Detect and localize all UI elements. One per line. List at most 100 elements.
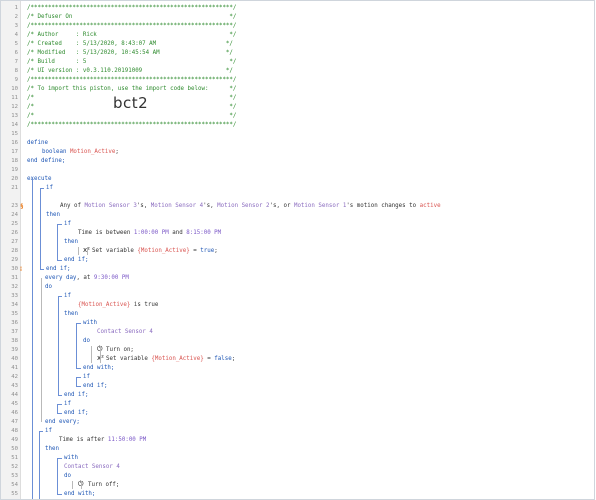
line-number: 6 [14,50,18,56]
line-number: 41 [11,365,18,371]
code-text: if [46,184,53,193]
line-number: 24 [11,212,18,218]
line-number: 8 [14,68,18,74]
if-keyword: if [83,374,90,380]
device-motion-sensor-3[interactable]: Motion Sensor 3 [84,203,136,209]
with-keyword: with [83,320,97,326]
condition-trigger-marker[interactable]: § [20,202,24,211]
block-guide-line [72,481,73,489]
code-line: 40 Set variable {Motion_Active} = false; [1,355,594,364]
code-text: Set variable {Motion_Active} = true; [92,247,218,256]
code-line: 25 if [1,220,594,229]
code-text: /* Build : 5 */ [27,58,236,67]
end-define-keyword: end define; [27,158,66,164]
code-text: Time is between 1:00:00 PM and 8:15:00 P… [78,229,221,238]
time-value[interactable]: 9:30:00 PM [94,275,129,281]
device-motion-sensor-1[interactable]: Motion Sensor 1 [294,203,346,209]
condition-text: Time is after [59,437,105,443]
statement-text: Set variable [106,356,148,362]
code-line: 16 define [1,139,594,148]
code-text: end if; [46,265,70,274]
device-motion-sensor-2[interactable]: Motion Sensor 2 [217,203,269,209]
line-number: 35 [11,311,18,317]
code-line: 13 /* */ [1,112,594,121]
condition-text: and [172,230,183,236]
time-value[interactable]: 1:00:00 PM [134,230,169,236]
block-guide-line [87,247,88,255]
block-guide-tick [76,386,81,387]
code-text: boolean Motion_Active; [42,148,119,157]
author-comment: /* Author : Rick */ [27,32,237,38]
code-text: /* */ [27,112,236,121]
variable-reference[interactable]: {Motion_Active} [78,302,130,308]
time-value[interactable]: 8:15:00 PM [186,230,221,236]
code-line: 39 Turn on; [1,346,594,355]
line-number: 51 [11,455,18,461]
variable-reference[interactable]: {Motion_Active} [151,356,203,362]
code-text: define [27,139,48,148]
code-line: 6 /* Modified : 5/13/2020, 10:45:54 AM */ [1,49,594,58]
code-line: 32 do [1,283,594,292]
value-false: false [214,356,232,362]
line-number: 38 [11,338,18,344]
code-line: 45 if [1,400,594,409]
code-line: 48 if [1,427,594,436]
every-keyword: every [45,275,63,281]
code-line: 24 then [1,211,594,220]
code-text: Turn on; [106,346,134,355]
block-guide-line [81,481,82,489]
code-line: 21 if [1,184,594,193]
variable-name: Motion_Active [69,149,116,155]
block-guide-tick [57,260,62,261]
code-line: 33 if [1,292,594,301]
device-motion-sensor-4[interactable]: Motion Sensor 4 [151,203,203,209]
code-text: do [64,472,71,481]
piston-title-comment: /* Defuser On */ [27,14,237,20]
code-text: /* UI version : v0.3.110.20191009 */ [27,67,233,76]
if-keyword: if [64,293,71,299]
end-if-keyword: end if; [64,410,89,416]
line-number: 55 [11,491,18,497]
block-guide-line [57,458,58,494]
block-guide-tick [57,404,62,405]
do-keyword: do [45,284,52,290]
variable-reference[interactable]: {Motion_Active} [137,248,189,254]
timer-trigger-marker[interactable]: ⁞ [20,265,22,274]
then-keyword: then [45,446,59,452]
end-if-keyword: end if; [83,383,108,389]
comment-border: /***************************************… [27,122,237,128]
code-text: Set variable {Motion_Active} = false; [106,355,235,364]
line-number: 36 [11,320,18,326]
code-line: 53 do [1,472,594,481]
execute-keyword: execute [27,176,52,182]
line-number: 44 [11,392,18,398]
line-number: 16 [11,140,18,146]
line-number: 49 [11,437,18,443]
interval-day[interactable]: day [66,275,76,281]
line-number: 11 [11,95,18,101]
line-number: 2 [14,14,18,20]
line-number: 13 [11,113,18,119]
line-number: 43 [11,383,18,389]
time-value[interactable]: 11:50:00 PM [108,437,146,443]
block-guide-line [40,188,41,269]
line-number: 48 [11,428,18,434]
line-number: 34 [11,302,18,308]
comment-border: /***************************************… [27,23,237,29]
code-text: do [45,283,52,292]
code-text: /* Modified : 5/13/2020, 10:45:54 AM */ [27,49,233,58]
device-contact-sensor-4[interactable]: Contact Sensor 4 [97,329,153,335]
value-true: true [200,248,215,254]
line-number: 15 [11,131,18,137]
code-line: 36 with [1,319,594,328]
device-contact-sensor-4[interactable]: Contact Sensor 4 [64,464,120,470]
line-number: 14 [11,122,18,128]
code-text: then [64,310,78,319]
statement-text: Set variable [92,248,134,254]
operator: = [207,356,211,362]
code-line: 52 Contact Sensor 4 [1,463,594,472]
block-guide-line [57,404,58,413]
code-line: 51 with [1,454,594,463]
code-line: 50 then [1,445,594,454]
line-number: 9 [14,77,18,83]
